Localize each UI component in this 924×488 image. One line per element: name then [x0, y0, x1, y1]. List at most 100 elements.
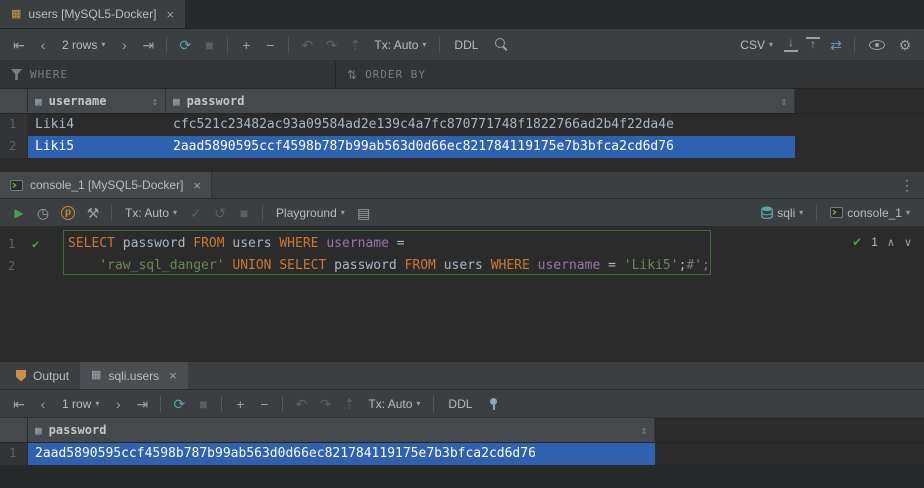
- compare-icon[interactable]: ⇄: [825, 38, 847, 52]
- row-spacer: [795, 136, 924, 158]
- output-layout-icon[interactable]: ▤: [353, 206, 375, 220]
- grid-toolbar: ⇤ ‹ 2 rows ▾ › ⇥ ⟳ ■ + − ↶ ↷ ⇡ Tx: Auto …: [0, 29, 924, 61]
- previous-page-button[interactable]: ‹: [32, 397, 54, 411]
- cell-password[interactable]: 2aad5890595ccf4598b787b99ab563d0d66ec821…: [28, 443, 655, 465]
- stop-button: ■: [198, 38, 220, 52]
- sort-toggle-icon[interactable]: ⇕: [151, 95, 158, 108]
- console-icon: [10, 180, 23, 191]
- tab-users-grid[interactable]: ▦ users [MySQL5-Docker] ×: [0, 0, 186, 28]
- chevron-down-icon: ▾: [799, 208, 803, 217]
- where-filter-input[interactable]: WHERE: [0, 61, 335, 88]
- eye-icon[interactable]: [869, 40, 885, 50]
- wrench-icon[interactable]: ⚒: [82, 206, 104, 220]
- close-icon[interactable]: ×: [193, 179, 201, 192]
- playground-value: Playground: [276, 206, 337, 220]
- results-empty-area: [0, 465, 924, 488]
- column-header-password[interactable]: ▦ password ⇕: [166, 89, 795, 113]
- order-by-filter-input[interactable]: ⇅ ORDER BY: [336, 61, 437, 88]
- import-data-icon[interactable]: ↑: [806, 37, 820, 52]
- code-area[interactable]: SELECT password FROM users WHERE usernam…: [60, 227, 924, 362]
- last-page-button[interactable]: ⇥: [131, 397, 153, 411]
- ddl-button[interactable]: DDL: [441, 397, 479, 411]
- parameters-icon[interactable]: p: [61, 206, 75, 220]
- chevron-down-icon[interactable]: ∨: [904, 236, 912, 249]
- cell-password[interactable]: cfc521c23482ac93a09584ad2e139c4a7fc87077…: [166, 114, 795, 136]
- toolbar-separator: [262, 205, 263, 221]
- previous-page-button[interactable]: ‹: [32, 38, 54, 52]
- reload-data-button[interactable]: ⟳: [174, 38, 196, 52]
- order-by-placeholder: ORDER BY: [365, 68, 426, 81]
- export-format-value: CSV: [740, 38, 765, 52]
- stop-button: ■: [233, 206, 255, 220]
- sql-column-ref: username: [326, 236, 396, 251]
- sort-toggle-icon[interactable]: ⇕: [640, 424, 647, 437]
- more-options-icon[interactable]: ⋮: [900, 177, 914, 194]
- page-size-dropdown[interactable]: 1 row ▾: [56, 397, 105, 411]
- sort-toggle-icon[interactable]: ⇕: [780, 95, 787, 108]
- chevron-down-icon: ▾: [906, 208, 910, 217]
- close-icon[interactable]: ×: [166, 8, 174, 21]
- reload-data-button[interactable]: ⟳: [168, 397, 190, 411]
- editor-tab-bar: ▦ users [MySQL5-Docker] ×: [0, 0, 924, 29]
- editor-gutter: 1 ✔ 2: [0, 227, 60, 362]
- ddl-button[interactable]: DDL: [447, 38, 485, 52]
- cell-password[interactable]: 2aad5890595ccf4598b787b99ab563d0d66ec821…: [166, 136, 795, 158]
- sql-operator: =: [397, 236, 405, 251]
- delete-row-button[interactable]: −: [259, 38, 281, 52]
- page-size-value: 2 rows: [62, 38, 97, 52]
- toolbar-separator: [816, 205, 817, 221]
- column-header-username[interactable]: ▦ username ⇕: [28, 89, 166, 113]
- tx-mode-dropdown[interactable]: Tx: Auto ▾: [362, 397, 426, 411]
- history-icon[interactable]: ◷: [32, 206, 54, 220]
- cell-username[interactable]: Liki4: [28, 114, 166, 136]
- execution-nav: ✔ 1 ∧ ∨: [852, 235, 912, 249]
- table-row[interactable]: 1 Liki4 cfc521c23482ac93a09584ad2e139c4a…: [0, 114, 924, 136]
- gear-icon[interactable]: ⚙: [894, 38, 916, 52]
- tab-sqli-users-result[interactable]: ▦ sqli.users ×: [80, 362, 188, 389]
- sql-keyword: WHERE: [491, 258, 538, 273]
- first-page-button[interactable]: ⇤: [8, 397, 30, 411]
- export-data-icon[interactable]: ↓: [784, 37, 798, 52]
- toolbar-separator: [288, 37, 289, 53]
- close-icon[interactable]: ×: [169, 369, 177, 382]
- pin-tab-icon[interactable]: [487, 397, 500, 411]
- next-page-button[interactable]: ›: [107, 397, 129, 411]
- submit-icon: ⇡: [338, 397, 360, 411]
- export-format-dropdown[interactable]: CSV ▾: [734, 38, 779, 52]
- delete-row-button[interactable]: −: [253, 397, 275, 411]
- grid-header-spacer: [795, 89, 924, 113]
- first-page-button[interactable]: ⇤: [8, 38, 30, 52]
- database-ide-window: ▦ users [MySQL5-Docker] × ⇤ ‹ 2 rows ▾ ›…: [0, 0, 924, 488]
- chevron-up-icon[interactable]: ∧: [887, 236, 895, 249]
- add-row-button[interactable]: +: [235, 38, 257, 52]
- playground-dropdown[interactable]: Playground ▾: [270, 206, 351, 220]
- row-spacer: [795, 114, 924, 136]
- tx-mode-dropdown[interactable]: Tx: Auto ▾: [119, 206, 183, 220]
- session-dropdown[interactable]: console_1 ▾: [824, 206, 916, 220]
- next-page-button[interactable]: ›: [113, 38, 135, 52]
- where-placeholder: WHERE: [30, 68, 68, 81]
- column-header-label: password: [49, 423, 107, 437]
- tab-output-label: Output: [33, 369, 69, 383]
- sql-keyword: WHERE: [279, 236, 326, 251]
- run-button[interactable]: ▶: [8, 207, 30, 219]
- column-header-password[interactable]: ▦ password ⇕: [28, 418, 655, 442]
- tx-mode-dropdown[interactable]: Tx: Auto ▾: [368, 38, 432, 52]
- tab-console-1[interactable]: console_1 [MySQL5-Docker] ×: [0, 172, 212, 198]
- tab-result-label: sqli.users: [108, 369, 159, 383]
- cell-username[interactable]: Liki5: [28, 136, 166, 158]
- page-size-dropdown[interactable]: 2 rows ▾: [56, 38, 111, 52]
- sql-editor[interactable]: 1 ✔ 2 SELECT password FROM users WHERE u…: [0, 227, 924, 362]
- gutter-line: 2: [0, 255, 60, 277]
- search-icon[interactable]: [494, 37, 509, 52]
- table-row-selected[interactable]: 1 2aad5890595ccf4598b787b99ab563d0d66ec8…: [0, 443, 924, 465]
- schema-dropdown[interactable]: sqli ▾: [755, 206, 809, 220]
- last-page-button[interactable]: ⇥: [137, 38, 159, 52]
- console-icon: [830, 207, 843, 218]
- tab-output[interactable]: Output: [5, 362, 80, 389]
- table-row-selected[interactable]: 2 Liki5 2aad5890595ccf4598b787b99ab563d0…: [0, 136, 924, 158]
- sql-identifier: password: [123, 236, 193, 251]
- tx-mode-value: Tx: Auto: [374, 38, 418, 52]
- code-line: 'raw_sql_danger' UNION SELECT password F…: [68, 255, 924, 277]
- add-row-button[interactable]: +: [229, 397, 251, 411]
